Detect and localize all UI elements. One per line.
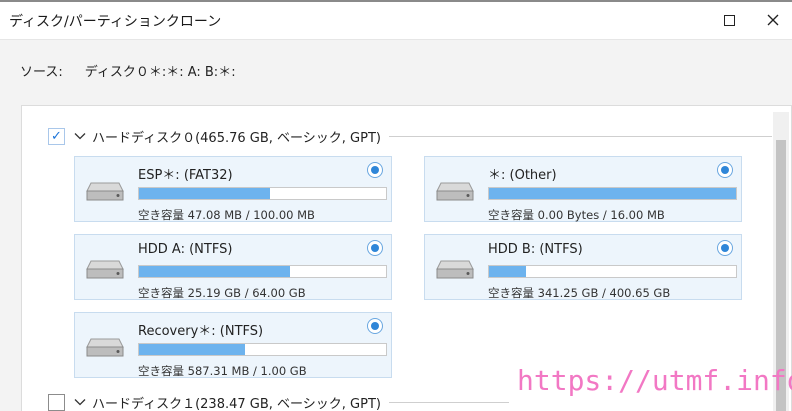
clone-window: ディスク/パーティションクローン ソース: ディスク０＊:＊: A: B:＊: … bbox=[0, 0, 792, 411]
disk-checkbox-0[interactable]: ✓ bbox=[48, 127, 65, 145]
maximize-button[interactable] bbox=[718, 9, 740, 31]
hard-drive-icon bbox=[436, 260, 474, 279]
disk-checkbox-1[interactable] bbox=[48, 393, 65, 411]
partition-name: ESP＊: (FAT32) bbox=[138, 168, 233, 183]
close-button[interactable] bbox=[762, 9, 784, 31]
maximize-icon bbox=[723, 14, 735, 26]
free-space-text: 空き容量 47.08 MB / 100.00 MB bbox=[138, 208, 315, 222]
free-space-text: 空き容量 0.00 Bytes / 16.00 MB bbox=[488, 208, 665, 222]
source-label: ソース: bbox=[20, 65, 63, 80]
hard-drive-icon bbox=[86, 338, 124, 357]
usage-bar bbox=[488, 187, 737, 200]
usage-bar bbox=[138, 265, 387, 278]
usage-bar bbox=[138, 187, 387, 200]
partition-radio[interactable] bbox=[367, 318, 383, 334]
disk-header-0: ✓ ハードディスク０(465.76 GB, ベーシック, GPT) bbox=[48, 126, 772, 146]
usage-bar-fill bbox=[489, 266, 527, 277]
divider bbox=[388, 135, 772, 137]
chevron-down-icon[interactable] bbox=[74, 396, 86, 408]
free-space-text: 空き容量 25.19 GB / 64.00 GB bbox=[138, 286, 306, 300]
source-value: ディスク０＊:＊: A: B:＊: bbox=[84, 65, 236, 80]
hard-drive-icon bbox=[86, 260, 124, 279]
partition-name: HDD A: (NTFS) bbox=[138, 242, 233, 257]
partition-card-hdd-b[interactable]: HDD B: (NTFS) 空き容量 341.25 GB / 400.65 GB bbox=[424, 234, 742, 300]
title-bar: ディスク/パーティションクローン bbox=[0, 2, 792, 40]
chevron-down-icon[interactable] bbox=[74, 130, 86, 142]
partition-card-hdd-a[interactable]: HDD A: (NTFS) 空き容量 25.19 GB / 64.00 GB bbox=[74, 234, 392, 300]
usage-bar-fill bbox=[139, 188, 270, 199]
disk-label-0: ハードディスク０(465.76 GB, ベーシック, GPT) bbox=[92, 130, 381, 146]
usage-bar bbox=[488, 265, 737, 278]
partition-card-recovery[interactable]: Recovery＊: (NTFS) 空き容量 587.31 MB / 1.00 … bbox=[74, 312, 392, 378]
close-icon bbox=[767, 14, 779, 26]
window-title: ディスク/パーティションクローン bbox=[9, 14, 222, 30]
partition-name: ＊: (Other) bbox=[488, 168, 557, 183]
partition-radio[interactable] bbox=[717, 162, 733, 178]
partition-radio[interactable] bbox=[367, 240, 383, 256]
disk-header-1: ハードディスク１(238.47 GB, ベーシック, GPT) bbox=[48, 392, 509, 411]
source-row: ソース: ディスク０＊:＊: A: B:＊: bbox=[20, 61, 236, 80]
usage-bar-fill bbox=[139, 344, 246, 355]
disk-label-1: ハードディスク１(238.47 GB, ベーシック, GPT) bbox=[92, 396, 381, 411]
partition-radio[interactable] bbox=[717, 240, 733, 256]
partition-card-other[interactable]: ＊: (Other) 空き容量 0.00 Bytes / 16.00 MB bbox=[424, 156, 742, 222]
partition-card-esp[interactable]: ESP＊: (FAT32) 空き容量 47.08 MB / 100.00 MB bbox=[74, 156, 392, 222]
usage-bar-fill bbox=[489, 188, 736, 199]
partition-name: Recovery＊: (NTFS) bbox=[138, 324, 264, 339]
free-space-text: 空き容量 587.31 MB / 1.00 GB bbox=[138, 364, 307, 378]
usage-bar-fill bbox=[139, 266, 290, 277]
divider bbox=[388, 401, 509, 403]
partition-name: HDD B: (NTFS) bbox=[488, 242, 583, 257]
hard-drive-icon bbox=[436, 182, 474, 201]
free-space-text: 空き容量 341.25 GB / 400.65 GB bbox=[488, 286, 671, 300]
usage-bar bbox=[138, 343, 387, 356]
watermark: https://utmf.info/ bbox=[517, 364, 792, 397]
partition-radio[interactable] bbox=[367, 162, 383, 178]
hard-drive-icon bbox=[86, 182, 124, 201]
